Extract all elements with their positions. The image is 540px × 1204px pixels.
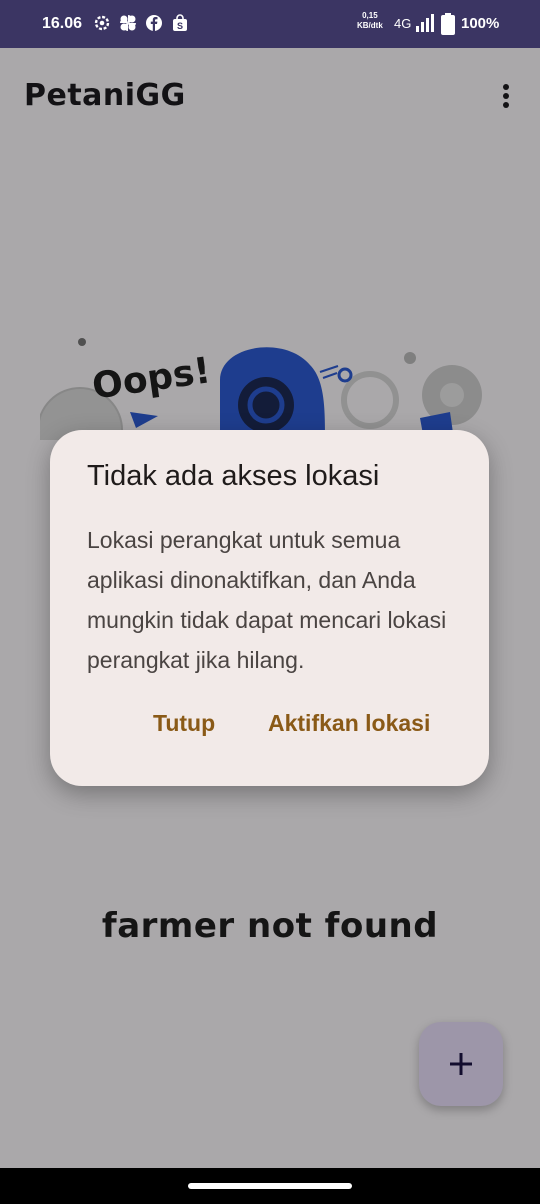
status-notification-icons: S [93, 14, 189, 32]
home-gesture-handle[interactable] [188, 1183, 352, 1189]
network-speed-unit: KB/dtk [357, 21, 383, 30]
enable-location-button[interactable]: Aktifkan lokasi [268, 710, 430, 737]
dialog-title: Tidak ada akses lokasi [87, 460, 380, 492]
location-dialog: Tidak ada akses lokasi Lokasi perangkat … [50, 430, 489, 786]
shopping-bag-icon: S [173, 14, 187, 31]
network-speed: 0,15 KB/dtk [357, 11, 383, 31]
battery-percent: 100% [461, 15, 500, 32]
status-time: 16.06 [42, 15, 83, 32]
pinwheel-icon [120, 15, 136, 31]
gear-icon [94, 15, 110, 31]
svg-text:S: S [177, 21, 183, 31]
battery-icon [441, 13, 455, 35]
network-speed-value: 0,15 [362, 11, 378, 20]
close-button[interactable]: Tutup [153, 710, 215, 737]
dialog-message: Lokasi perangkat untuk semua aplikasi di… [87, 527, 447, 673]
facebook-icon [146, 15, 162, 31]
network-type: 4G [394, 16, 412, 31]
status-bar: 16.06 S 0,15 KB/dtk 4G 100% [0, 0, 540, 48]
signal-icon [416, 14, 434, 32]
navigation-bar [0, 1168, 540, 1204]
